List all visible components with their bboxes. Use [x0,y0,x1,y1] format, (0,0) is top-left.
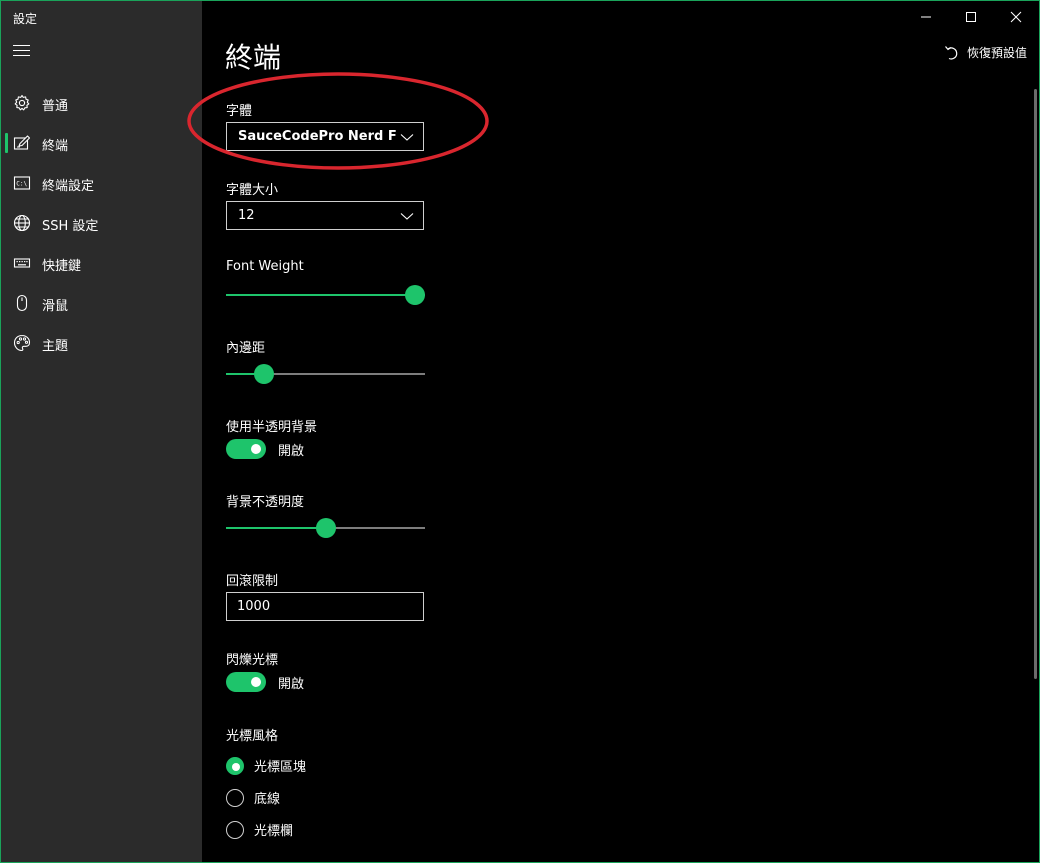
cursor-blink-label: 閃爍光標 [226,653,279,668]
chevron-down-icon [400,134,414,141]
sidebar-item-label: 滑鼠 [42,299,69,314]
terminal-icon: C:\ [13,176,31,190]
minimize-icon [921,16,931,18]
slider-fill [226,527,326,529]
cursor-style-option-bar[interactable]: 光標欄 [226,820,293,839]
font-size-dropdown[interactable]: 12 [226,201,424,230]
sidebar-item-shortcuts[interactable]: 快捷鍵 [1,243,202,283]
maximize-button[interactable] [948,1,994,33]
scrollback-label: 回滾限制 [226,574,279,589]
font-weight-label: Font Weight [226,259,304,274]
radio-button[interactable] [226,756,244,775]
scrollbar[interactable] [1034,89,1037,679]
close-icon [1010,11,1022,23]
toggle-state: 開啟 [278,676,305,692]
slider-thumb[interactable] [316,518,336,538]
chevron-down-icon [400,213,414,220]
close-button[interactable] [993,1,1039,33]
cursor-blink-toggle-row: 開啟 [226,672,304,692]
globe-icon [13,214,31,232]
font-label: 字體 [226,104,253,119]
maximize-icon [966,12,976,22]
slider-thumb[interactable] [254,364,274,384]
edit-icon [13,135,31,150]
mouse-icon [16,294,28,312]
cursor-style-label: 光標風格 [226,729,279,744]
cursor-style-option-underline[interactable]: 底線 [226,788,280,807]
slider-fill [226,294,415,296]
reset-defaults-button[interactable]: 恢復預設值 [944,44,1027,61]
toggle-state: 開啟 [278,443,305,459]
slider-thumb[interactable] [405,285,425,305]
font-dropdown[interactable]: SauceCodePro Nerd Font [226,122,424,151]
sidebar-item-label: 普通 [42,99,69,114]
reset-label: 恢復預設值 [967,46,1028,60]
gear-icon [14,94,30,111]
cursor-blink-toggle[interactable] [226,672,266,692]
sidebar-item-label: 終端 [42,139,69,154]
radio-label: 底線 [254,792,281,807]
sidebar-item-terminal[interactable]: 終端 [1,123,202,163]
opacity-label: 背景不透明度 [226,495,305,510]
minimize-button[interactable] [903,1,949,33]
sidebar-item-general[interactable]: 普通 [1,83,202,123]
cursor-style-option-block[interactable]: 光標區塊 [226,756,306,775]
palette-icon [13,334,31,352]
sidebar-item-label: 主題 [42,339,69,354]
opacity-slider[interactable] [226,518,425,538]
font-size-label: 字體大小 [226,183,279,198]
font-value: SauceCodePro Nerd Font [238,129,396,144]
menu-hamburger-icon[interactable] [13,45,30,59]
transparency-label: 使用半透明背景 [226,420,318,435]
annotation-ellipse [187,72,489,170]
app-title: 設定 [13,12,38,26]
transparency-toggle[interactable] [226,439,266,459]
sidebar-item-label: 終端設定 [42,179,95,194]
padding-label: 內邊距 [226,341,266,356]
settings-window: 設定 普通 終端 C:\ 終端設定 SSH 設定 快捷鍵 滑鼠 主題 終端 恢復… [0,0,1040,863]
sidebar-item-label: SSH 設定 [42,219,99,234]
page-title: 終端 [225,41,282,74]
sidebar-item-mouse[interactable]: 滑鼠 [1,283,202,323]
undo-icon [945,45,958,60]
radio-button[interactable] [226,788,244,807]
sidebar-item-label: 快捷鍵 [42,259,82,274]
keyboard-icon [13,258,31,268]
font-weight-slider[interactable] [226,285,425,305]
sidebar-item-ssh-settings[interactable]: SSH 設定 [1,203,202,243]
scrollback-input[interactable] [226,592,424,621]
radio-label: 光標欄 [254,824,294,839]
radio-button[interactable] [226,820,244,839]
sidebar-item-terminal-settings[interactable]: C:\ 終端設定 [1,163,202,203]
padding-slider[interactable] [226,364,425,384]
sidebar: 設定 普通 終端 C:\ 終端設定 SSH 設定 快捷鍵 滑鼠 主題 [1,1,202,862]
selection-indicator [5,133,8,153]
svg-text:C:\: C:\ [16,181,27,188]
transparency-toggle-row: 開啟 [226,439,304,459]
sidebar-item-theme[interactable]: 主題 [1,323,202,363]
font-size-value: 12 [238,208,255,223]
radio-label: 光標區塊 [254,760,307,775]
